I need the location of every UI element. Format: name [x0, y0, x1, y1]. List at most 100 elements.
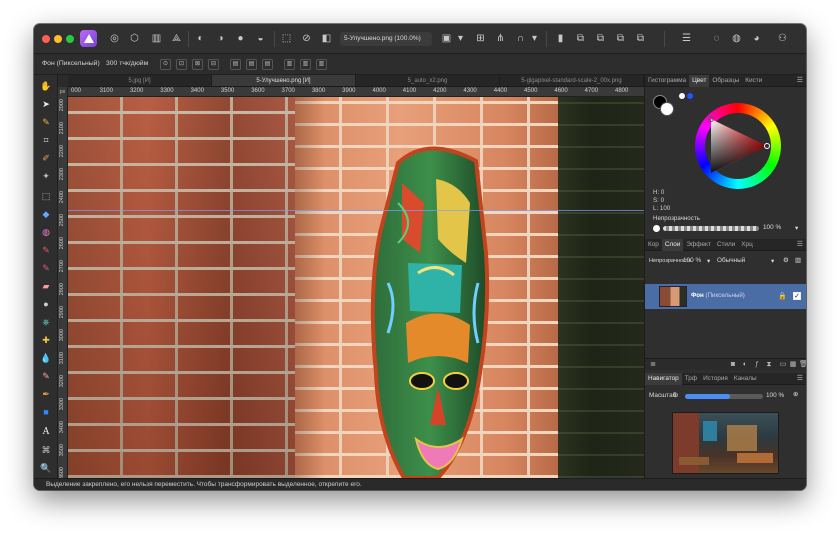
zoom-window-button[interactable]	[66, 35, 74, 43]
tab-styles[interactable]: Стили	[714, 239, 738, 251]
contrast-icon[interactable]: ◑	[214, 32, 227, 45]
document-title[interactable]: 5-Улучшено.png (100.0%)	[340, 32, 432, 46]
chevron-down-icon[interactable]: ▾	[454, 32, 467, 45]
assistant-icon[interactable]: ◌	[710, 32, 723, 45]
color-triangle[interactable]	[707, 115, 771, 177]
color-picker-icon[interactable]: ◕	[750, 32, 763, 45]
blend-ranges-icon[interactable]: ▥	[795, 256, 801, 264]
mesh-warp-icon[interactable]: ⌘	[39, 443, 53, 457]
align-icon[interactable]: ⧉	[614, 32, 627, 45]
text-tool-icon[interactable]: A	[39, 425, 53, 439]
chevron-down-icon[interactable]: ▾	[707, 257, 710, 265]
eraser-icon[interactable]: ▰	[39, 279, 53, 293]
zoom-in-icon[interactable]: ⊕	[793, 390, 798, 398]
deselect-icon[interactable]: ⊘	[300, 32, 313, 45]
tone-mapping-persona-icon[interactable]: ▥	[150, 32, 163, 45]
doc-tab-active[interactable]: 5-Улучшено.png [И]	[212, 75, 356, 86]
healing-tool-icon[interactable]: ✚	[39, 333, 53, 347]
selection-brush-icon[interactable]: ✐	[39, 151, 53, 165]
align-center-icon[interactable]: ▤	[246, 59, 257, 70]
doc-tab[interactable]: 5.jpg [И]	[68, 75, 212, 86]
folder-icon[interactable]: ▭	[779, 361, 787, 369]
tab-layers[interactable]: Слои	[661, 238, 684, 251]
horizontal-ruler[interactable]: 000 3100 3200 3300 3400 3500 3600 3700 3800 3900 4…	[68, 87, 644, 97]
hand-tool-icon[interactable]: ✋	[39, 79, 53, 93]
tab-brushes[interactable]: Кисти	[742, 75, 765, 87]
pixel-brush-icon[interactable]: ✎	[39, 261, 53, 275]
tab-histogram[interactable]: Гистограмма	[645, 75, 689, 87]
doc-tab[interactable]: 5_auto_x2.png	[356, 75, 500, 86]
lock-icon[interactable]: 🔒	[778, 292, 787, 300]
zoom-out-icon[interactable]: ⊖	[673, 391, 678, 399]
develop-persona-icon[interactable]: ◎	[108, 32, 121, 45]
snap-settings-icon[interactable]: ◍	[730, 32, 743, 45]
tab-stock[interactable]: Хрц	[738, 239, 755, 251]
flood-fill-icon[interactable]: ◆	[39, 207, 53, 221]
panel-menu-icon[interactable]: ☰	[797, 75, 803, 87]
vertical-ruler[interactable]: 2000 2100 2200 2300 2400 2500 2600 2700 2800 2900…	[58, 87, 68, 479]
layer-visibility-checkbox[interactable]: ✓	[793, 292, 801, 300]
trash-icon[interactable]: 🗑	[799, 361, 806, 369]
align-bottom-icon[interactable]: ▥	[316, 59, 327, 70]
tab-swatches[interactable]: Образцы	[709, 75, 742, 87]
navigator-preview[interactable]	[672, 412, 779, 474]
crop-tool-icon[interactable]: ⌗	[39, 133, 53, 147]
close-window-button[interactable]	[42, 35, 50, 43]
add-layer-icon[interactable]: ▦	[789, 361, 797, 369]
flip-icon[interactable]: ⊠	[192, 59, 203, 70]
blur-tool-icon[interactable]: 💧	[39, 351, 53, 365]
minimize-window-button[interactable]	[54, 35, 62, 43]
image-canvas[interactable]	[68, 97, 644, 478]
align-top-icon[interactable]: ▥	[284, 59, 295, 70]
tab-transform[interactable]: Трф	[682, 373, 700, 385]
pen-tool-icon[interactable]: ✒	[39, 387, 53, 401]
freehand-selection-icon[interactable]: ✦	[39, 169, 53, 183]
opacity-slider-handle[interactable]	[653, 225, 660, 232]
chevron-down-icon[interactable]: ▾	[771, 257, 774, 265]
chevron-down-icon[interactable]: ▾	[795, 224, 798, 232]
tab-channels[interactable]: Каналы	[731, 373, 760, 385]
adjustment-layer-icon[interactable]: ◐	[741, 361, 749, 369]
arrange-forward-icon[interactable]: ⧉	[594, 32, 607, 45]
transform-origin-icon[interactable]: ⊙	[160, 59, 171, 70]
dodge-tool-icon[interactable]: ●	[39, 297, 53, 311]
red-eye-tool-icon[interactable]: ✎	[39, 369, 53, 383]
zoom-slider[interactable]	[685, 394, 763, 399]
stroke-color-swatch[interactable]	[660, 102, 674, 116]
magnet-icon[interactable]: ∩	[514, 32, 527, 45]
liquify-persona-icon[interactable]: ⬡	[128, 32, 141, 45]
marquee-icon[interactable]: ⬚	[280, 32, 293, 45]
color-balance-icon[interactable]: ●	[234, 32, 247, 45]
gradient-tool-icon[interactable]: ◍	[39, 225, 53, 239]
marquee-tool-icon[interactable]: ⬚	[39, 189, 53, 203]
align-left-icon[interactable]: ▤	[230, 59, 241, 70]
tab-navigator[interactable]: Навигатор	[645, 372, 682, 385]
mask-layer-icon[interactable]: ◙	[729, 361, 737, 369]
blend-mode-select[interactable]: Обычный	[717, 257, 745, 264]
picker-color-icon[interactable]	[687, 93, 693, 99]
align-middle-icon[interactable]: ▥	[300, 59, 311, 70]
panel-menu-icon[interactable]: ☰	[797, 239, 803, 251]
export-persona-icon[interactable]: ⟁	[170, 32, 183, 45]
zoom-value[interactable]: 100 %	[766, 392, 784, 399]
affinity-photo-icon[interactable]	[80, 30, 97, 47]
layers-stack-icon[interactable]: ≣	[649, 361, 657, 369]
color-picker-tool-icon[interactable]: ✎	[39, 115, 53, 129]
panel-menu-icon[interactable]: ☰	[797, 373, 803, 385]
tab-color[interactable]: Цвет	[689, 74, 710, 87]
transform-icon[interactable]: ⧉	[634, 32, 647, 45]
view-mode-icon[interactable]: ▣	[440, 32, 453, 45]
levels-icon[interactable]: ◐	[194, 32, 207, 45]
invert-selection-icon[interactable]: ◧	[320, 32, 333, 45]
shape-tool-icon[interactable]: ■	[39, 405, 53, 419]
white-balance-icon[interactable]: ◒	[254, 32, 267, 45]
guide-line[interactable]	[68, 210, 644, 211]
live-filter-icon[interactable]: ⧗	[765, 361, 773, 369]
doc-tab[interactable]: 5-gigapixel-standard-scale-2_00x.png	[500, 75, 644, 86]
move-tool-icon[interactable]: ➤	[39, 97, 53, 111]
fx-icon[interactable]: ƒ	[753, 361, 761, 369]
quick-mask-icon[interactable]: ▮	[554, 32, 567, 45]
paint-brush-icon[interactable]: ✎	[39, 243, 53, 257]
align-right-icon[interactable]: ▤	[262, 59, 273, 70]
grid-icon[interactable]: ⊞	[474, 32, 487, 45]
